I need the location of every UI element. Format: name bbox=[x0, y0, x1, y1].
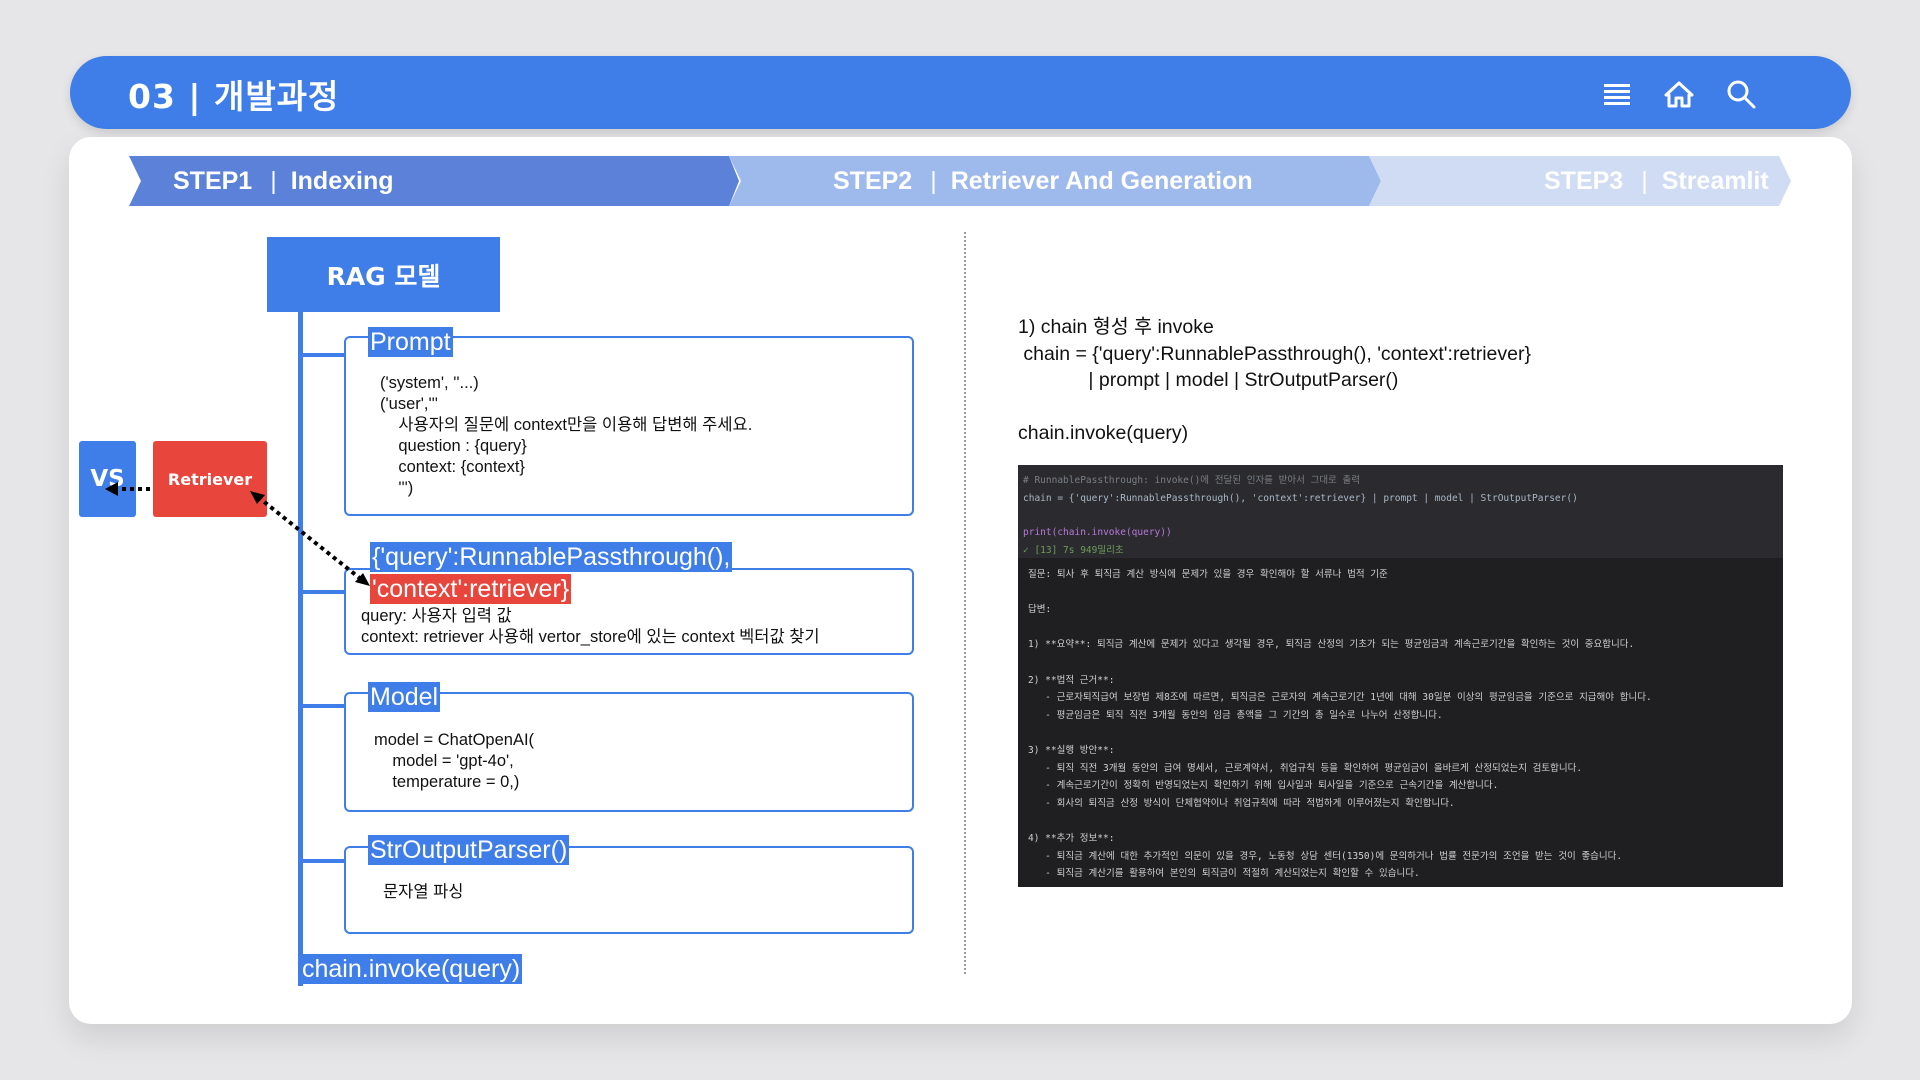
code-comment: # RunnablePassthrough: invoke()에 전달된 인자를… bbox=[1023, 475, 1361, 486]
model-line-2: model = 'gpt-4o', bbox=[374, 752, 514, 770]
right-line-1: 1) chain 형성 후 invoke bbox=[1018, 316, 1214, 338]
model-line-3: temperature = 0,) bbox=[374, 773, 520, 791]
code-print-line: print(chain.invoke(query)) bbox=[1023, 527, 1172, 538]
step-3-name: Streamlit bbox=[1661, 166, 1769, 195]
prompt-line-3: 사용자의 질문에 context만을 이용해 답변해 주세요. bbox=[380, 416, 753, 434]
model-line-1: model = ChatOpenAI( bbox=[374, 731, 535, 749]
parser-line: 문자열 파싱 bbox=[383, 883, 464, 901]
step-3[interactable]: STEP3 | Streamlit bbox=[1369, 156, 1791, 206]
step-3-label: STEP3 bbox=[1544, 166, 1624, 195]
step-2-name: Retriever And Generation bbox=[950, 166, 1253, 195]
code-chain-line: chain = {'query':RunnablePassthrough(), … bbox=[1023, 492, 1578, 504]
output-line: - 퇴직금 계산에 대한 추가적인 의문이 있을 경우, 노동청 상담 센터(1… bbox=[1028, 850, 1623, 862]
step-2[interactable]: STEP2 | Retriever And Generation bbox=[729, 156, 1381, 206]
code-output: 질문: 퇴사 후 퇴직금 계산 방식에 문제가 있을 경우 확인해야 할 서류나… bbox=[1018, 558, 1783, 887]
branch-parser bbox=[298, 859, 344, 863]
right-line-3: | prompt | model | StrOutputParser() bbox=[1018, 369, 1399, 391]
output-line: 답변: bbox=[1028, 604, 1052, 616]
right-line-4: chain.invoke(query) bbox=[1018, 422, 1189, 444]
output-line: 4) **추가 정보**: bbox=[1028, 832, 1115, 844]
model-tag: Model bbox=[368, 682, 441, 712]
branch-model bbox=[298, 704, 344, 708]
retriever-arrows bbox=[105, 482, 370, 586]
output-line: - 퇴직 직전 3개월 동안의 급여 명세서, 근로계약서, 취업규칙 등을 확… bbox=[1028, 762, 1583, 774]
output-line: 2) **법적 근거**: bbox=[1028, 674, 1115, 686]
output-line: - 근로자퇴직급여 보장법 제8조에 따르면, 퇴직금은 근로자의 계속근로기간… bbox=[1028, 692, 1652, 704]
output-line: - 퇴직금 계산기를 활용하여 본인의 퇴직금이 적절히 계산되었는지 확인할 … bbox=[1028, 868, 1420, 880]
output-line: - 평균임금은 퇴직 직전 3개월 동안의 임금 총액을 그 기간의 총 일수로… bbox=[1028, 709, 1443, 721]
passthrough-line-2: context: retriever 사용해 vertor_store에 있는 … bbox=[361, 628, 820, 646]
code-output-screenshot: # RunnablePassthrough: invoke()에 전달된 인자를… bbox=[1018, 465, 1783, 887]
header-icons bbox=[1599, 76, 1759, 112]
parser-tag: StrOutputParser() bbox=[368, 835, 570, 865]
output-line: - 회사의 퇴직금 산정 방식이 단체협약이나 취업규칙에 따라 적법하게 이루… bbox=[1028, 797, 1455, 809]
output-line: 질문: 퇴사 후 퇴직금 계산 방식에 문제가 있을 경우 확인해야 할 서류나… bbox=[1028, 569, 1388, 580]
column-divider bbox=[964, 232, 966, 974]
right-line-2: chain = {'query':RunnablePassthrough(), … bbox=[1018, 343, 1531, 365]
step-2-label: STEP2 bbox=[833, 166, 913, 195]
output-line: 3) **실행 방안**: bbox=[1028, 744, 1115, 756]
home-icon[interactable] bbox=[1661, 76, 1697, 112]
output-line: - 계속근로기간이 정확히 반영되었는지 확인하기 위해 입사일과 퇴사일을 기… bbox=[1028, 780, 1499, 792]
code-cell: # RunnablePassthrough: invoke()에 전달된 인자를… bbox=[1018, 465, 1783, 558]
search-icon[interactable] bbox=[1723, 76, 1759, 112]
invoke-tag: chain.invoke(query) bbox=[300, 954, 523, 984]
output-line: 1) **요약**: 퇴직금 계산에 문제가 있다고 생각될 경우, 퇴직금 산… bbox=[1028, 639, 1635, 651]
menu-icon[interactable] bbox=[1599, 76, 1635, 112]
cell-status: ✓ [13] 7s 949밀리초 bbox=[1023, 544, 1124, 556]
query-tag: {'query':RunnablePassthrough(), bbox=[370, 542, 733, 572]
